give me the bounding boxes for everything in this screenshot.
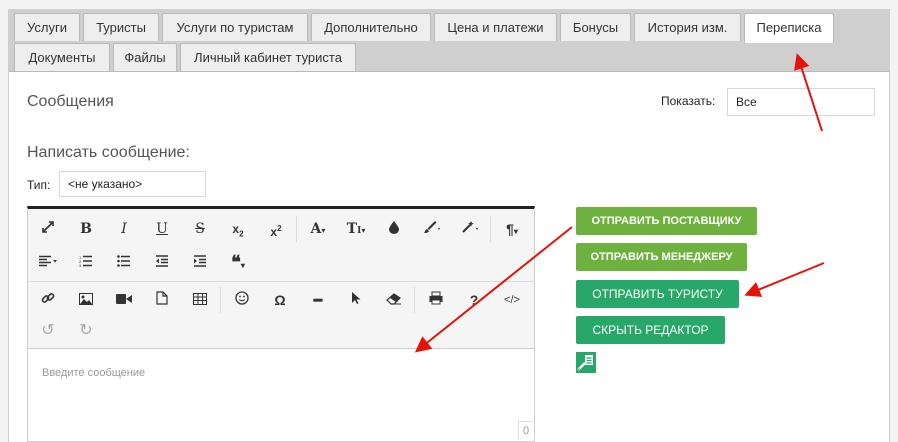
arrow-to-send-tourist: [744, 262, 825, 297]
arrow-to-correspondence-tab: [794, 53, 823, 132]
annotation-arrows: [414, 53, 825, 353]
arrow-to-message-input: [414, 226, 573, 353]
